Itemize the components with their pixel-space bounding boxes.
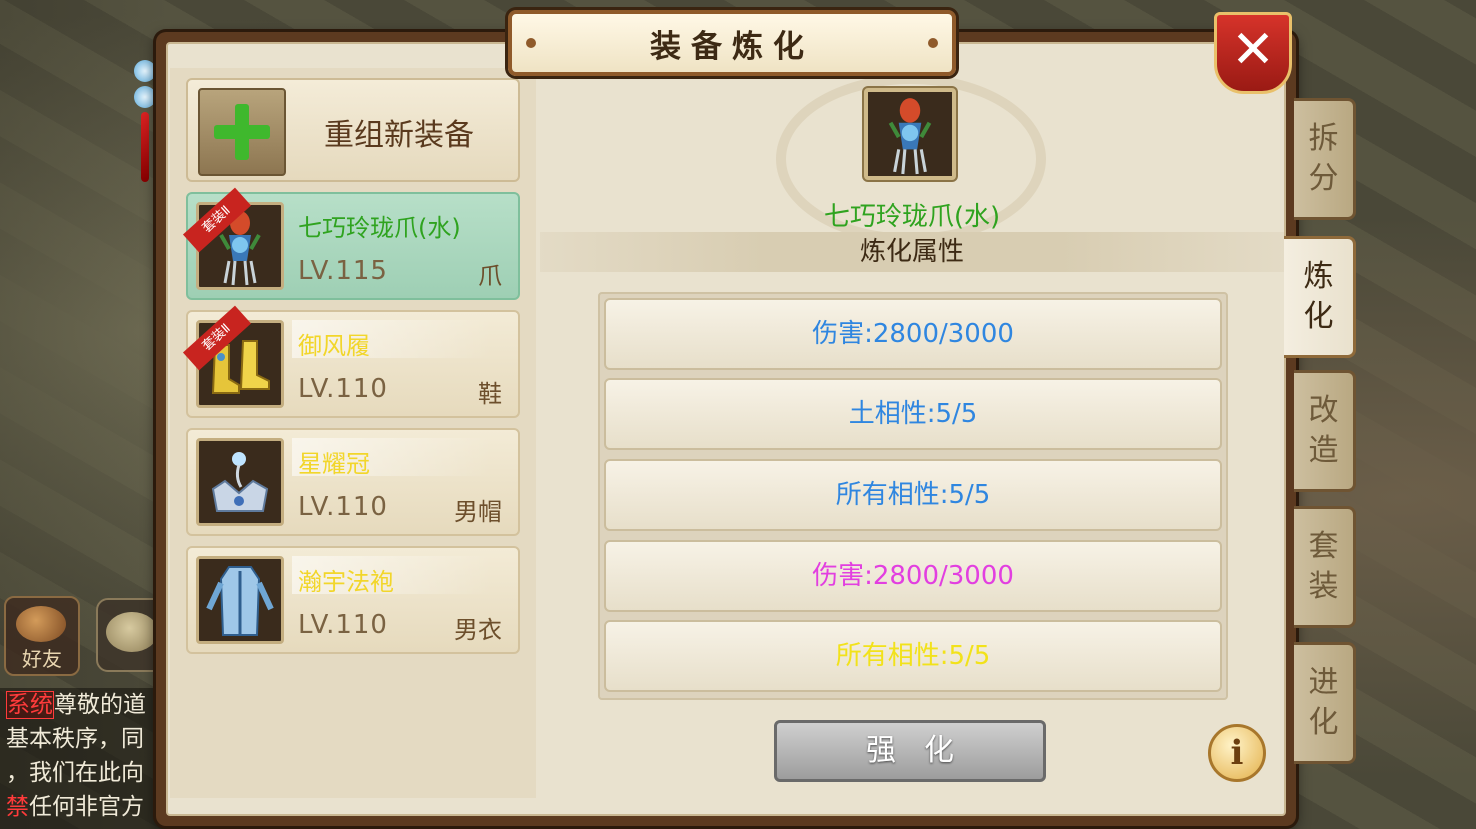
tab-set[interactable]: 套装 bbox=[1294, 506, 1356, 628]
robe-icon bbox=[196, 556, 284, 644]
tab-modify[interactable]: 改造 bbox=[1294, 370, 1356, 492]
equipment-name: 七巧玲珑爪(水) bbox=[298, 214, 461, 242]
tab-refine[interactable]: 炼化 bbox=[1284, 236, 1356, 358]
refine-attributes-header: 炼化属性 bbox=[540, 232, 1284, 272]
recombine-label: 重组新装备 bbox=[324, 118, 474, 153]
attribute-row[interactable]: 所有相性:5/5 bbox=[604, 620, 1222, 692]
equipment-name: 星耀冠 bbox=[298, 450, 370, 478]
attribute-row[interactable]: 所有相性:5/5 bbox=[604, 459, 1222, 531]
equipment-kind: 爪 bbox=[478, 262, 502, 290]
claw-icon bbox=[864, 88, 956, 180]
equipment-item[interactable]: 套装Ⅱ 七巧玲珑爪(水) LV.115 爪 bbox=[182, 187, 520, 300]
plus-icon bbox=[198, 88, 286, 176]
system-tag: 系统 bbox=[6, 691, 54, 719]
recombine-new-equipment-button[interactable]: 重组新装备 bbox=[186, 78, 520, 182]
equipment-kind: 男帽 bbox=[454, 498, 502, 526]
panel-title-plate: 装备炼化 bbox=[508, 10, 956, 76]
friend-button[interactable]: 好友 bbox=[4, 596, 80, 676]
equipment-level: LV.110 bbox=[298, 492, 388, 522]
strengthen-button[interactable]: 强化 bbox=[774, 720, 1046, 782]
panel-title: 装备炼化 bbox=[650, 28, 814, 65]
equipment-kind: 男衣 bbox=[454, 616, 502, 644]
preview-equipment-name: 七巧玲珑爪(水) bbox=[823, 202, 1001, 232]
equipment-item[interactable]: 瀚宇法袍 LV.110 男衣 bbox=[186, 546, 520, 654]
chat-line: 基本秩序，同 bbox=[6, 726, 144, 752]
equipment-item[interactable]: 星耀冠 LV.110 男帽 bbox=[186, 428, 520, 536]
chat-line: 禁任何非官方 bbox=[6, 794, 144, 820]
equipment-name: 御风履 bbox=[298, 332, 370, 360]
chat-line: 系统尊敬的道 bbox=[6, 691, 146, 719]
attribute-row[interactable]: 伤害:2800/3000 bbox=[604, 540, 1222, 612]
equipment-level: LV.110 bbox=[298, 374, 388, 404]
close-button[interactable]: ✕ bbox=[1214, 12, 1292, 94]
chat-icon bbox=[106, 612, 158, 652]
handshake-icon bbox=[16, 606, 66, 642]
attribute-row[interactable]: 伤害:2800/3000 bbox=[604, 298, 1222, 370]
tab-dismantle[interactable]: 拆分 bbox=[1294, 98, 1356, 220]
tab-evolve[interactable]: 进化 bbox=[1294, 642, 1356, 764]
equipment-kind: 鞋 bbox=[478, 380, 502, 408]
tassel-ornament bbox=[134, 60, 156, 200]
info-icon[interactable]: i bbox=[1208, 724, 1266, 782]
chat-line: ，我们在此向 bbox=[6, 760, 144, 786]
equipment-item[interactable]: 套装Ⅱ 御风履 LV.110 鞋 bbox=[182, 305, 520, 418]
equipment-level: LV.115 bbox=[298, 256, 388, 286]
crown-icon bbox=[196, 438, 284, 526]
equipment-level: LV.110 bbox=[298, 610, 388, 640]
chat-log: 系统尊敬的道 基本秩序，同 ，我们在此向 禁任何非官方 bbox=[0, 688, 168, 829]
equipment-name: 瀚宇法袍 bbox=[298, 568, 394, 596]
friend-label: 好友 bbox=[22, 647, 62, 671]
attribute-row[interactable]: 土相性:5/5 bbox=[604, 378, 1222, 450]
